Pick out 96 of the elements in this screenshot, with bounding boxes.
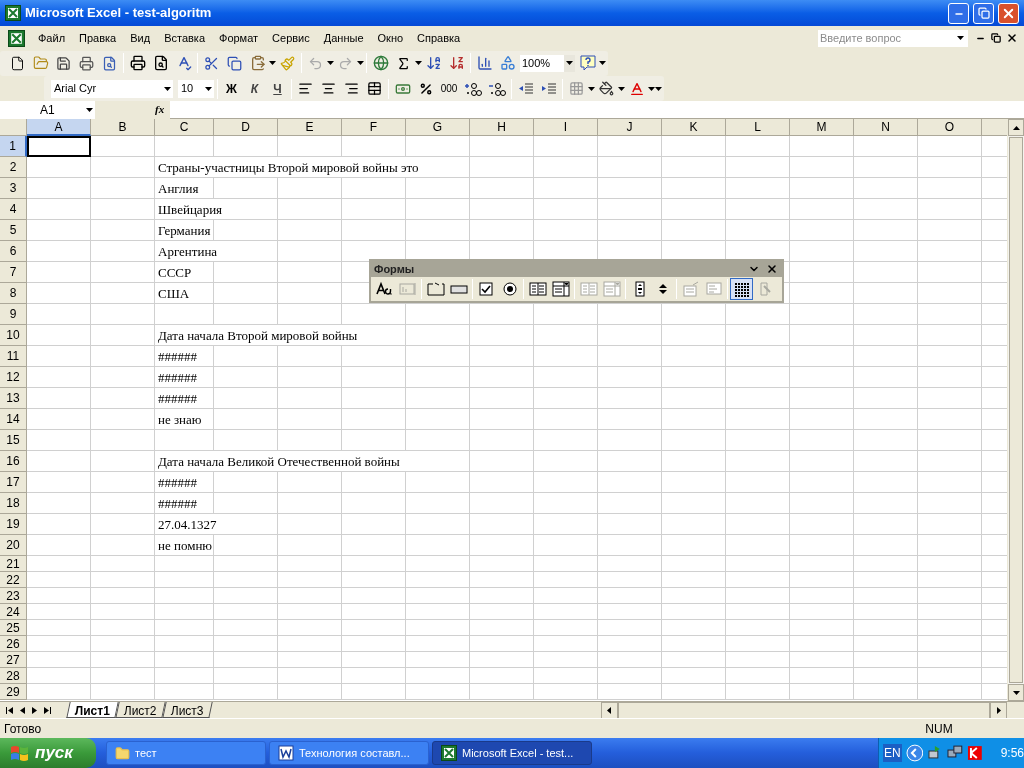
- column-header[interactable]: A: [27, 119, 91, 136]
- font-name: Arial Cyr: [53, 81, 97, 97]
- row-header[interactable]: 15: [0, 430, 27, 451]
- status-text: Готово: [3, 720, 43, 738]
- font-size-field[interactable]: 10: [177, 78, 215, 99]
- column-header[interactable]: D: [214, 119, 278, 136]
- row-header[interactable]: 27: [0, 652, 27, 668]
- row-header[interactable]: 18: [0, 493, 27, 514]
- row-header[interactable]: 10: [0, 325, 27, 346]
- underline-button[interactable]: Ч: [266, 77, 289, 100]
- table-cell[interactable]: Аргентина: [155, 241, 278, 262]
- column-header[interactable]: E: [278, 119, 342, 136]
- row-header[interactable]: 4: [0, 199, 27, 220]
- table-cell[interactable]: ######: [155, 472, 214, 493]
- table-cell[interactable]: ######: [155, 493, 214, 514]
- clock: 9:56: [1000, 745, 1024, 762]
- row-header[interactable]: 17: [0, 472, 27, 493]
- row-header[interactable]: 11: [0, 346, 27, 367]
- zoom-value: 100%: [521, 55, 551, 71]
- taskbar-button[interactable]: Технология составл...: [269, 741, 429, 765]
- menu-item[interactable]: Формат: [212, 28, 266, 48]
- row-header[interactable]: 9: [0, 304, 27, 325]
- thousands-button[interactable]: 000: [437, 77, 461, 100]
- row-header[interactable]: 8: [0, 283, 27, 304]
- table-cell[interactable]: не знаю: [155, 409, 214, 430]
- row-header[interactable]: 14: [0, 409, 27, 430]
- column-header[interactable]: K: [662, 119, 726, 136]
- table-cell[interactable]: Страны-участницы Второй мировой войны это: [155, 157, 470, 178]
- row-header[interactable]: 26: [0, 636, 27, 652]
- table-cell[interactable]: ######: [155, 388, 214, 409]
- forms-toolbar-title: Формы: [374, 261, 416, 277]
- row-header[interactable]: 24: [0, 604, 27, 620]
- table-cell[interactable]: не помню: [155, 535, 214, 556]
- start-button[interactable]: пуск: [0, 738, 96, 768]
- table-cell[interactable]: СССР: [155, 262, 214, 283]
- row-header[interactable]: 28: [0, 668, 27, 684]
- sheet-tab[interactable]: Лист1: [66, 701, 119, 718]
- window-title: Microsoft Excel - test-algoritm: [25, 4, 213, 23]
- row-header[interactable]: 21: [0, 556, 27, 572]
- italic-button[interactable]: К: [243, 77, 266, 100]
- table-cell[interactable]: 27.04.1327: [155, 514, 278, 535]
- table-cell[interactable]: ######: [155, 367, 214, 388]
- column-header[interactable]: B: [91, 119, 155, 136]
- column-header[interactable]: C: [155, 119, 214, 136]
- row-header[interactable]: 2: [0, 157, 27, 178]
- row-header[interactable]: 25: [0, 620, 27, 636]
- menu-item[interactable]: Файл: [31, 28, 73, 48]
- font-size: 10: [180, 81, 194, 97]
- sheet-tab[interactable]: Лист3: [162, 701, 213, 718]
- table-cell[interactable]: Англия: [155, 178, 214, 199]
- row-header[interactable]: 19: [0, 514, 27, 535]
- table-cell[interactable]: Дата начала Второй мировой войны: [155, 325, 406, 346]
- row-header[interactable]: 16: [0, 451, 27, 472]
- zoom-field[interactable]: 100%: [519, 53, 576, 73]
- menu-item[interactable]: Вид: [123, 28, 158, 48]
- menu-item[interactable]: Справка: [410, 28, 468, 48]
- menu-item[interactable]: Окно: [370, 28, 411, 48]
- column-header[interactable]: G: [406, 119, 470, 136]
- language-indicator[interactable]: EN: [883, 744, 902, 762]
- row-header[interactable]: 3: [0, 178, 27, 199]
- num-lock-indicator: NUM: [924, 720, 954, 738]
- row-header[interactable]: 5: [0, 220, 27, 241]
- column-header[interactable]: I: [534, 119, 598, 136]
- table-cell[interactable]: Дата начала Великой Отечественной войны: [155, 451, 470, 472]
- menu-item[interactable]: Правка: [72, 28, 124, 48]
- cell-reference: A1: [39, 101, 55, 119]
- row-header[interactable]: 23: [0, 588, 27, 604]
- row-header[interactable]: 13: [0, 388, 27, 409]
- table-cell[interactable]: США: [155, 283, 214, 304]
- menu-item[interactable]: Сервис: [265, 28, 317, 48]
- menu-item[interactable]: Вставка: [157, 28, 212, 48]
- sheet-tab[interactable]: Лист2: [115, 701, 166, 718]
- row-header[interactable]: 1: [0, 136, 27, 157]
- row-header[interactable]: 7: [0, 262, 27, 283]
- taskbar-button[interactable]: тест: [106, 741, 266, 765]
- column-header[interactable]: L: [726, 119, 790, 136]
- bold-button[interactable]: Ж: [220, 77, 243, 100]
- column-header[interactable]: J: [598, 119, 662, 136]
- table-cell[interactable]: Швейцария: [155, 199, 278, 220]
- row-header[interactable]: 22: [0, 572, 27, 588]
- function-label[interactable]: fx: [155, 101, 165, 118]
- taskbar-button[interactable]: Microsoft Excel - test...: [432, 741, 592, 765]
- table-cell[interactable]: Германия: [155, 220, 214, 241]
- row-header[interactable]: 12: [0, 367, 27, 388]
- row-header[interactable]: 20: [0, 535, 27, 556]
- column-header[interactable]: F: [342, 119, 406, 136]
- column-header[interactable]: N: [854, 119, 918, 136]
- column-header[interactable]: M: [790, 119, 854, 136]
- row-header[interactable]: 29: [0, 684, 27, 700]
- table-cell[interactable]: ######: [155, 346, 214, 367]
- column-header[interactable]: H: [470, 119, 534, 136]
- column-header[interactable]: O: [918, 119, 982, 136]
- help-field[interactable]: Введите вопрос: [818, 29, 968, 47]
- font-field[interactable]: Arial Cyr: [50, 78, 174, 99]
- menu-item[interactable]: Данные: [316, 28, 371, 48]
- row-header[interactable]: 6: [0, 241, 27, 262]
